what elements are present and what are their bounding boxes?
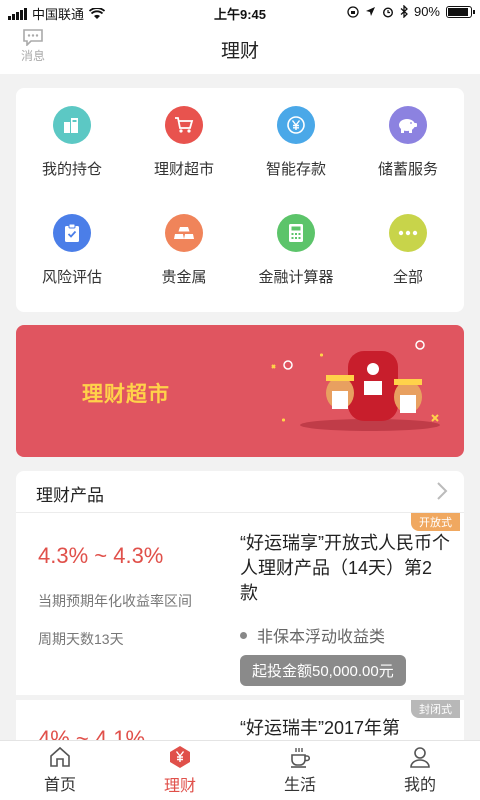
bottom-tab-bar: 首页 理财 生活 我的	[0, 740, 480, 800]
yen-coin-icon	[277, 105, 315, 144]
quick-entry-grid: 我的持仓 理财超市 智能存款 储蓄服务 风险评估 贵金属 金融计算器 全部	[16, 88, 464, 312]
more-dots-icon	[389, 213, 427, 252]
page-title: 理财	[220, 41, 259, 62]
battery-icon	[446, 5, 475, 18]
orientation-lock-icon	[347, 5, 359, 18]
entry-label: 智能存款	[265, 160, 326, 178]
holdings-icon	[53, 105, 91, 144]
entry-label: 理财超市	[153, 160, 214, 178]
min-investment-badge: 起投金额50,000.00元	[240, 655, 406, 686]
tab-label: 我的	[403, 777, 436, 794]
tab-label: 理财	[163, 778, 196, 795]
product-term: 周期天数13天	[38, 631, 124, 647]
user-icon	[410, 747, 430, 768]
tab-mine[interactable]: 我的	[360, 741, 480, 800]
product-card[interactable]: 开放式 4.3% ~ 4.3% 当期预期年化收益率区间 周期天数13天 “好运瑞…	[16, 513, 464, 695]
bluetooth-icon	[400, 5, 408, 18]
tab-wealth[interactable]: 理财	[120, 741, 240, 800]
section-title: 理财产品	[36, 486, 104, 505]
rate-description: 当期预期年化收益率区间	[38, 593, 192, 609]
products-section-header[interactable]: 理财产品	[16, 471, 464, 513]
alarm-icon	[382, 6, 393, 18]
location-icon	[365, 7, 375, 16]
chevron-right-icon	[437, 482, 448, 500]
product-name: “好运瑞享”开放式人民币个人理财产品（14天）第2款	[240, 533, 450, 603]
wealth-yen-icon	[170, 746, 190, 768]
shopping-cart-icon	[165, 105, 203, 144]
home-icon	[50, 746, 70, 767]
product-type-label: 非保本浮动收益类	[257, 629, 386, 646]
piggy-bank-icon	[389, 105, 427, 144]
tab-life[interactable]: 生活	[240, 741, 360, 800]
entry-risk-assessment[interactable]: 风险评估	[16, 196, 128, 304]
promo-banner[interactable]: 理财超市	[16, 325, 464, 457]
coffee-cup-icon	[291, 748, 311, 768]
entry-label: 我的持仓	[41, 160, 102, 178]
entry-label: 全部	[392, 268, 423, 286]
product-type: 非保本浮动收益类	[240, 623, 385, 647]
gold-bars-icon	[165, 213, 203, 252]
battery-level	[448, 7, 468, 16]
clipboard-check-icon	[53, 213, 91, 252]
banner-illustration	[271, 340, 440, 431]
entry-all[interactable]: 全部	[352, 196, 464, 304]
tab-label: 生活	[283, 777, 316, 794]
entry-savings-service[interactable]: 储蓄服务	[352, 88, 464, 196]
entry-my-holdings[interactable]: 我的持仓	[16, 88, 128, 196]
product-rate: 4.3% ~ 4.3%	[38, 543, 164, 568]
battery-percent: 90%	[413, 4, 440, 19]
entry-label: 风险评估	[41, 268, 102, 286]
entry-precious-metals[interactable]: 贵金属	[128, 196, 240, 304]
product-card[interactable]: 封闭式 4% ~ 4.1% “好运瑞丰”2017年第	[16, 700, 464, 740]
bullet-dot	[240, 631, 247, 639]
calculator-icon	[277, 213, 315, 252]
entry-financial-calculator[interactable]: 金融计算器	[240, 196, 352, 304]
product-tag: 开放式	[411, 513, 460, 531]
banner-title: 理财超市	[82, 383, 170, 406]
entry-smart-deposit[interactable]: 智能存款	[240, 88, 352, 196]
tab-home[interactable]: 首页	[0, 741, 120, 800]
product-name: “好运瑞丰”2017年第	[240, 718, 401, 738]
tab-label: 首页	[43, 777, 76, 794]
entry-label: 贵金属	[161, 268, 207, 286]
top-nav-bar: 消息 理财	[0, 24, 480, 74]
entry-label: 储蓄服务	[377, 160, 438, 178]
status-bar: 中国联通 上午9:45 90%	[0, 0, 480, 24]
entry-wealth-market[interactable]: 理财超市	[128, 88, 240, 196]
product-rate: 4% ~ 4.1%	[38, 726, 146, 740]
entry-label: 金融计算器	[258, 268, 334, 286]
